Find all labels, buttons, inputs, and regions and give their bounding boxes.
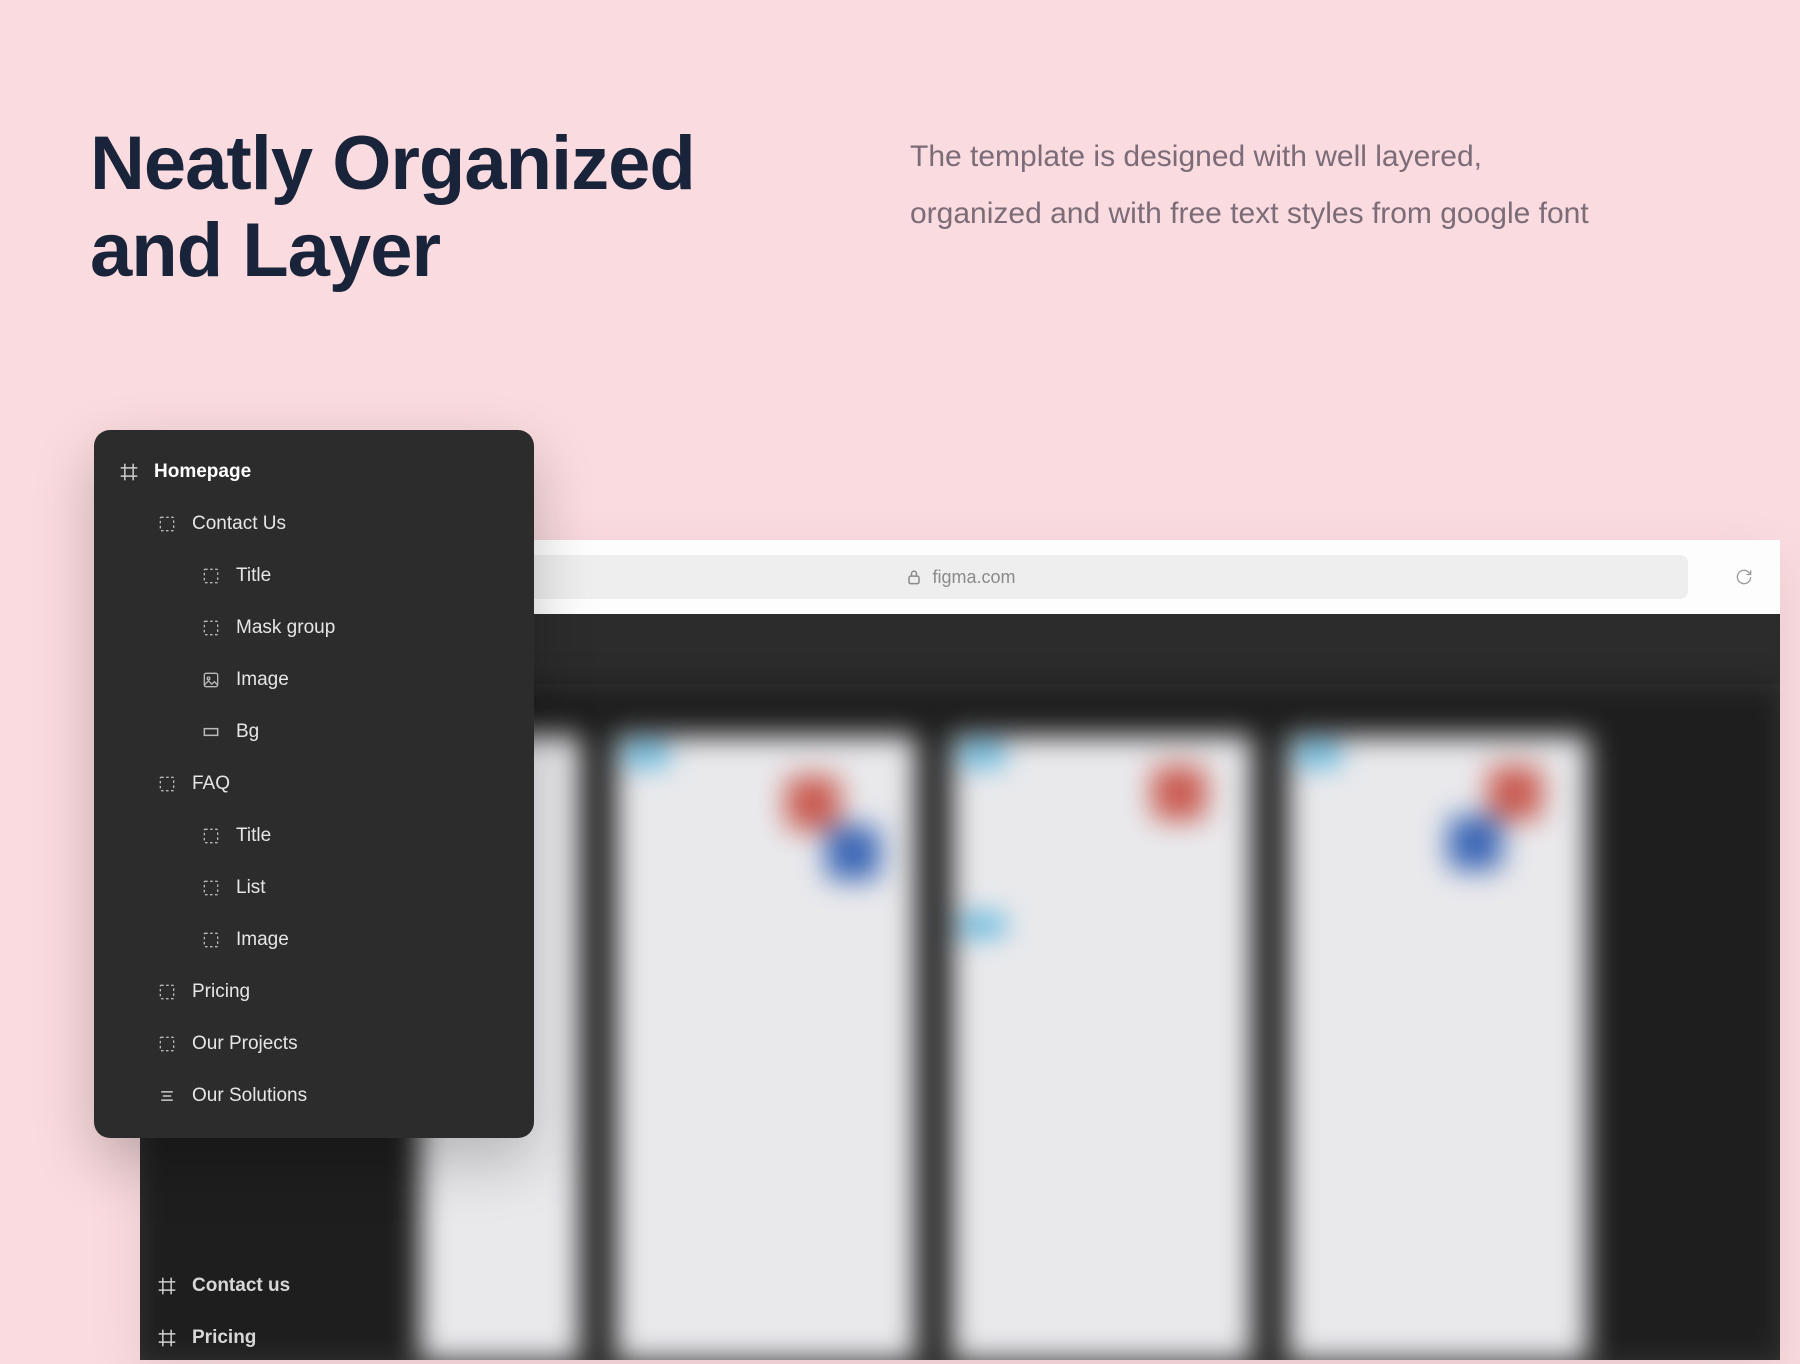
group-icon xyxy=(156,773,178,795)
frame-icon xyxy=(156,1327,178,1349)
layer-faq-title[interactable]: Title xyxy=(94,810,534,862)
layer-frame-contact-us[interactable]: Contact us xyxy=(94,1260,534,1312)
layer-faq-list[interactable]: List xyxy=(94,862,534,914)
layer-label: Pricing xyxy=(192,1327,256,1349)
lock-icon xyxy=(904,567,924,587)
layer-label: FAQ xyxy=(192,773,230,795)
layer-label: Image xyxy=(236,929,289,951)
group-icon xyxy=(200,617,222,639)
layer-label: Title xyxy=(236,565,271,587)
artboard xyxy=(952,736,1252,1360)
page-heading: Neatly Organized and Layer xyxy=(90,120,790,295)
group-icon xyxy=(200,825,222,847)
layer-frame-pricing[interactable]: Pricing xyxy=(94,1312,534,1364)
layer-label: Homepage xyxy=(154,461,251,483)
layer-bg[interactable]: Bg xyxy=(94,706,534,758)
group-icon xyxy=(156,513,178,535)
group-icon xyxy=(156,1033,178,1055)
group-icon xyxy=(156,981,178,1003)
layer-label: Our Solutions xyxy=(192,1085,307,1107)
artboard xyxy=(616,736,916,1360)
layer-label: Contact Us xyxy=(192,513,286,535)
layers-panel: Homepage Contact Us Title Mask group Ima… xyxy=(94,430,534,1138)
refresh-icon[interactable] xyxy=(1732,565,1756,589)
group-icon xyxy=(200,929,222,951)
layer-label: Mask group xyxy=(236,617,335,639)
group-icon xyxy=(200,565,222,587)
frame-icon xyxy=(156,1275,178,1297)
layer-group-contact-us[interactable]: Contact Us xyxy=(94,498,534,550)
image-icon xyxy=(200,669,222,691)
layer-title[interactable]: Title xyxy=(94,550,534,602)
layer-faq-image[interactable]: Image xyxy=(94,914,534,966)
rectangle-icon xyxy=(200,721,222,743)
layer-group-our-solutions[interactable]: Our Solutions xyxy=(94,1070,534,1122)
layer-label: Title xyxy=(236,825,271,847)
layers-overflow: Contact us Pricing xyxy=(94,1260,534,1364)
layer-label: Contact us xyxy=(192,1275,290,1297)
layer-label: Pricing xyxy=(192,981,250,1003)
url-host: figma.com xyxy=(932,567,1015,588)
layer-group-pricing[interactable]: Pricing xyxy=(94,966,534,1018)
page-subheading: The template is designed with well layer… xyxy=(910,120,1590,295)
layer-label: Bg xyxy=(236,721,259,743)
artboard xyxy=(1288,736,1588,1360)
layer-label: Image xyxy=(236,669,289,691)
layer-image[interactable]: Image xyxy=(94,654,534,706)
layer-group-faq[interactable]: FAQ xyxy=(94,758,534,810)
layer-group-our-projects[interactable]: Our Projects xyxy=(94,1018,534,1070)
layer-mask-group[interactable]: Mask group xyxy=(94,602,534,654)
group-icon xyxy=(200,877,222,899)
layer-frame-homepage[interactable]: Homepage xyxy=(94,446,534,498)
auto-layout-icon xyxy=(156,1085,178,1107)
layer-label: List xyxy=(236,877,266,899)
frame-icon xyxy=(118,461,140,483)
layer-label: Our Projects xyxy=(192,1033,298,1055)
